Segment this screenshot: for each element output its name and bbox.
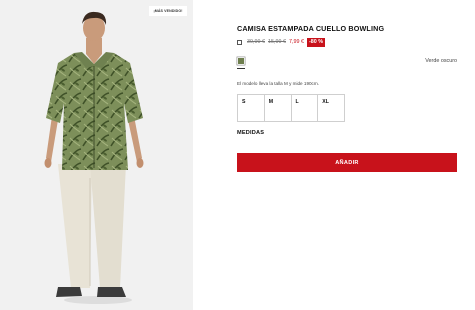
product-title: CAMISA ESTAMPADA CUELLO BOWLING <box>237 24 385 33</box>
bestseller-badge: ¡MÁS VENDIDO! <box>149 6 187 16</box>
price-row: 39,99 € 15,99 € 7,99 € -80 % <box>237 37 326 47</box>
previous-price: 15,99 € <box>268 39 286 45</box>
color-name: Verde oscuro <box>425 58 457 64</box>
color-swatch-green[interactable] <box>238 58 244 64</box>
model-image <box>44 11 144 304</box>
original-price: 39,99 € <box>247 39 265 45</box>
add-to-cart-button[interactable]: AÑADIR <box>237 153 457 172</box>
size-option-l[interactable]: L <box>292 95 319 121</box>
size-option-s[interactable]: S <box>238 95 265 121</box>
selected-swatch-indicator <box>237 68 245 69</box>
price-info-checkbox[interactable] <box>237 39 242 45</box>
current-price: 7,99 € <box>289 39 304 45</box>
model-size-info: El modelo lleva la talla M y mide 190cm. <box>237 81 319 86</box>
product-photo[interactable]: ¡MÁS VENDIDO! <box>0 0 193 310</box>
measures-link[interactable]: MEDIDAS <box>237 130 264 136</box>
size-selector: S M L XL <box>237 94 345 122</box>
size-option-m[interactable]: M <box>265 95 292 121</box>
size-option-xl[interactable]: XL <box>318 95 344 121</box>
discount-badge: -80 % <box>307 37 326 47</box>
